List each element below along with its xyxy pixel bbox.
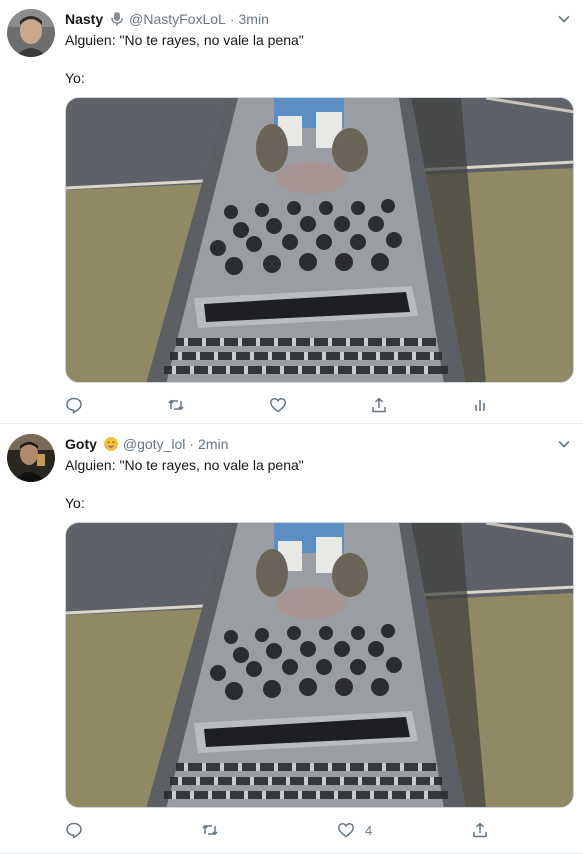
- tweet-actions: [65, 395, 505, 415]
- tweet-header: Goty @goty_lol · 2min: [65, 435, 228, 453]
- tweet-text-line: Alguien: "No te rayes, no vale la pena": [65, 457, 304, 473]
- heart-icon: [270, 397, 286, 413]
- user-handle[interactable]: @NastyFoxLoL: [129, 11, 226, 27]
- tweet-image[interactable]: [65, 97, 574, 383]
- retweet-button[interactable]: [201, 820, 229, 840]
- chevron-down-icon[interactable]: [557, 12, 571, 26]
- like-button[interactable]: [269, 395, 297, 415]
- display-name[interactable]: Goty: [65, 436, 97, 452]
- separator: ·: [189, 436, 195, 452]
- chevron-down-icon[interactable]: [557, 437, 571, 451]
- like-button[interactable]: 4: [337, 820, 372, 840]
- reply-icon: [66, 397, 82, 414]
- tweet-header: Nasty @NastyFoxLoL · 3min: [65, 10, 269, 28]
- share-icon: [473, 822, 487, 838]
- share-icon: [372, 397, 386, 413]
- reply-icon: [66, 822, 82, 839]
- avatar[interactable]: [7, 434, 55, 482]
- reply-button[interactable]: [65, 395, 93, 415]
- tweet[interactable]: Nasty @NastyFoxLoL · 3min Alguien: "No t…: [0, 0, 583, 424]
- timestamp[interactable]: 3min: [239, 11, 269, 27]
- smiling-face-emoji-icon: [103, 436, 119, 452]
- analytics-button[interactable]: [471, 395, 489, 415]
- tweet-image[interactable]: [65, 522, 574, 808]
- tweet-text-line: Yo:: [65, 495, 85, 511]
- retweet-icon: [168, 399, 184, 411]
- retweet-icon: [202, 824, 218, 836]
- tweet[interactable]: Goty @goty_lol · 2min Alguien: "No te ra…: [0, 424, 583, 854]
- user-handle[interactable]: @goty_lol: [123, 436, 185, 452]
- reply-button[interactable]: [65, 820, 93, 840]
- timestamp[interactable]: 2min: [198, 436, 228, 452]
- tweet-text-line: Alguien: "No te rayes, no vale la pena": [65, 32, 304, 48]
- avatar[interactable]: [7, 9, 55, 57]
- heart-icon: [338, 822, 354, 838]
- microphone-icon: [109, 11, 125, 27]
- display-name[interactable]: Nasty: [65, 11, 103, 27]
- analytics-icon: [475, 400, 485, 411]
- share-button[interactable]: [370, 395, 388, 415]
- separator: ·: [229, 11, 235, 27]
- like-count: 4: [365, 822, 373, 838]
- retweet-button[interactable]: [167, 395, 195, 415]
- tweet-text-line: Yo:: [65, 70, 85, 86]
- tweet-actions: 4: [65, 820, 505, 840]
- share-button[interactable]: [471, 820, 489, 840]
